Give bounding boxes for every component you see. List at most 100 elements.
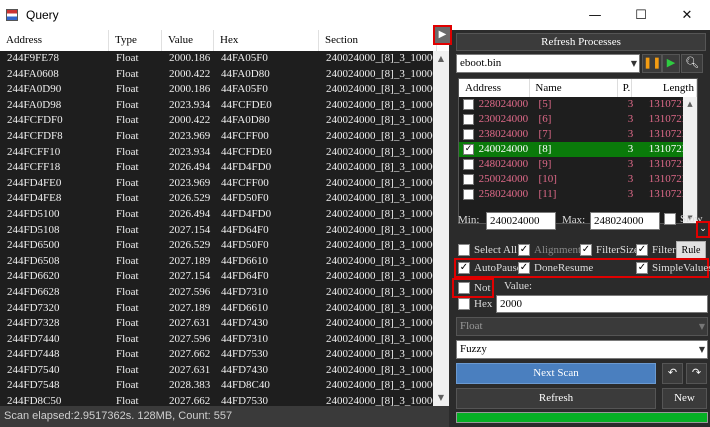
alignment-checkbox-box[interactable]: ✓ — [518, 244, 530, 256]
max-address-input[interactable]: 248024000 — [590, 212, 660, 230]
table-row[interactable]: 244FD7320 Float 2027.189 44FD6610 240024000_… — [0, 301, 449, 317]
table-row[interactable]: 244FD8C50 Float 2027.662 44FD7530 240024000_… — [0, 394, 449, 406]
process-row-checkbox[interactable] — [459, 112, 475, 127]
table-row[interactable]: 244FD7440 Float 2027.596 44FD7310 240024000_… — [0, 332, 449, 348]
table-row[interactable]: 244FCFF10 Float 2023.934 44FCFDE0 240024000_… — [0, 145, 449, 161]
checkbox-box[interactable] — [463, 173, 474, 185]
select-all-checkbox[interactable]: Select All — [458, 244, 517, 256]
cell-type: Float — [116, 285, 139, 298]
table-row[interactable]: 244FD6500 Float 2026.529 44FD50F0 240024000_… — [0, 238, 449, 254]
hex-checkbox-box[interactable] — [458, 298, 470, 310]
undo-button[interactable]: ↶ — [662, 363, 683, 384]
table-row[interactable]: 244FA0D90 Float 2000.186 44FA05F0 240024000_… — [0, 82, 449, 98]
column-header-value[interactable]: Value — [162, 30, 214, 51]
process-row-checkbox[interactable] — [459, 172, 475, 187]
table-row[interactable]: 244FD6508 Float 2027.189 44FD6610 240024000_… — [0, 254, 449, 270]
value-input[interactable]: 2000 — [496, 295, 708, 313]
process-select[interactable]: eboot.bin ▼ — [456, 54, 640, 73]
table-row[interactable]: 244FCFDF0 Float 2000.422 44FA0D80 240024000_… — [0, 113, 449, 129]
results-table[interactable]: Address Type Value Hex Section 244F9FE78… — [0, 30, 449, 406]
results-vertical-scrollbar[interactable]: ▲ ▼ — [433, 51, 449, 406]
process-row[interactable]: 258024000 [11] 3 131072KB — [459, 187, 697, 202]
column-header-section[interactable]: Section — [319, 30, 437, 51]
process-table-scrollbar[interactable]: ▲ ▼ — [683, 97, 697, 223]
filter-checkbox-box[interactable]: ✓ — [636, 244, 648, 256]
not-checkbox[interactable]: Not — [458, 282, 491, 294]
filter-checkbox[interactable]: ✓ Filter — [636, 244, 676, 256]
simple-values-checkbox[interactable]: ✓ SimpleValues — [636, 262, 710, 274]
checkbox-box[interactable]: ✓ — [463, 143, 474, 155]
auto-pause-checkbox[interactable]: ✓ AutoPause — [458, 262, 522, 274]
expand-panel-button[interactable]: ▶ — [433, 25, 452, 45]
column-header-address[interactable]: Address — [0, 30, 109, 51]
table-row[interactable]: 244FD4FE8 Float 2026.529 44FD50F0 240024000_… — [0, 191, 449, 207]
not-checkbox-box[interactable] — [458, 282, 470, 294]
table-row[interactable]: 244FD4FE0 Float 2023.969 44FCFF00 240024000_… — [0, 176, 449, 192]
table-row[interactable]: 244FD6628 Float 2027.596 44FD7310 240024000_… — [0, 285, 449, 301]
table-row[interactable]: 244FD7540 Float 2027.631 44FD7430 240024000_… — [0, 363, 449, 379]
table-row[interactable]: 244FD6620 Float 2027.154 44FD64F0 240024000_… — [0, 269, 449, 285]
process-column-p[interactable]: P... — [618, 79, 632, 97]
min-address-input[interactable]: 240024000 — [486, 212, 556, 230]
checkbox-box[interactable] — [463, 158, 474, 170]
process-row[interactable]: 238024000 [7] 3 131072KB — [459, 127, 697, 142]
new-button[interactable]: New — [662, 388, 707, 409]
refresh-button[interactable]: Refresh — [456, 388, 656, 409]
refresh-processes-button[interactable]: Refresh Processes — [456, 33, 706, 51]
slow-checkbox-box[interactable] — [664, 213, 676, 225]
filter-size-checkbox-box[interactable]: ✓ — [580, 244, 592, 256]
minimize-button[interactable]: — — [572, 0, 618, 30]
table-row[interactable]: 244FD7548 Float 2028.383 44FD8C40 240024000_… — [0, 378, 449, 394]
table-row[interactable]: 244FD7448 Float 2027.662 44FD7530 240024000_… — [0, 347, 449, 363]
checkbox-box[interactable] — [463, 98, 474, 110]
process-row[interactable]: ✓ 240024000 [8] 3 131072KB — [459, 142, 697, 157]
process-column-name[interactable]: Name — [530, 79, 618, 97]
filter-size-checkbox[interactable]: ✓ FilterSize — [580, 244, 639, 256]
hex-checkbox[interactable]: Hex — [458, 298, 492, 310]
scroll-down-arrow-icon[interactable]: ▼ — [433, 390, 449, 406]
scroll-up-arrow-icon[interactable]: ▲ — [683, 97, 697, 111]
simple-values-checkbox-box[interactable]: ✓ — [636, 262, 648, 274]
table-row[interactable]: 244FD5100 Float 2026.494 44FD4FD0 240024000_… — [0, 207, 449, 223]
resume-button[interactable]: ▶ — [662, 54, 680, 73]
close-button[interactable]: ✕ — [664, 0, 710, 30]
checkbox-box[interactable] — [463, 113, 474, 125]
table-row[interactable]: 244FCFDF8 Float 2023.969 44FCFF00 240024000_… — [0, 129, 449, 145]
process-row[interactable]: 250024000 [10] 3 131072KB — [459, 172, 697, 187]
done-resume-checkbox-box[interactable]: ✓ — [518, 262, 530, 274]
table-row[interactable]: 244FD5108 Float 2027.154 44FD64F0 240024000_… — [0, 223, 449, 239]
table-row[interactable]: 244FA0D98 Float 2023.934 44FCFDE0 240024000_… — [0, 98, 449, 114]
process-row[interactable]: 228024000 [5] 3 131072KB — [459, 97, 697, 112]
select-all-checkbox-box[interactable] — [458, 244, 470, 256]
process-column-length[interactable]: Length — [632, 79, 697, 97]
process-row[interactable]: 230024000 [6] 3 131072KB — [459, 112, 697, 127]
process-row-checkbox[interactable] — [459, 97, 475, 112]
table-row[interactable]: 244FA0608 Float 2000.422 44FA0D80 240024000_… — [0, 67, 449, 83]
process-section-table[interactable]: Address Name P... Length 228024000[5]313… — [458, 78, 698, 224]
table-row[interactable]: 244F9FE78 Float 2000.186 44FA05F0 240024000_… — [0, 51, 449, 67]
checkbox-box[interactable] — [463, 128, 474, 140]
cell-hex: 44FD7310 — [221, 285, 269, 298]
collapse-options-button[interactable]: ⌄ — [696, 221, 710, 238]
redo-button[interactable]: ↷ — [686, 363, 707, 384]
process-row-checkbox[interactable] — [459, 187, 475, 202]
process-row-checkbox[interactable] — [459, 127, 475, 142]
column-header-hex[interactable]: Hex — [214, 30, 319, 51]
table-row[interactable]: 244FD7328 Float 2027.631 44FD7430 240024000_… — [0, 316, 449, 332]
pause-button[interactable]: ❚❚ — [642, 54, 662, 73]
maximize-button[interactable]: ☐ — [618, 0, 664, 30]
process-row[interactable]: 248024000 [9] 3 131072KB — [459, 157, 697, 172]
search-button[interactable]: 🔍︎ — [681, 54, 703, 73]
scan-type-select[interactable]: Fuzzy ▼ — [456, 340, 708, 359]
done-resume-checkbox[interactable]: ✓ DoneResume — [518, 262, 593, 274]
checkbox-box[interactable] — [463, 188, 474, 200]
next-scan-button[interactable]: Next Scan — [456, 363, 656, 384]
table-row[interactable]: 244FCFF18 Float 2026.494 44FD4FD0 240024000_… — [0, 160, 449, 176]
auto-pause-checkbox-box[interactable]: ✓ — [458, 262, 470, 274]
scroll-up-arrow-icon[interactable]: ▲ — [433, 51, 449, 67]
column-header-type[interactable]: Type — [109, 30, 162, 51]
process-row-checkbox[interactable] — [459, 157, 475, 172]
process-column-address[interactable]: Address — [459, 79, 531, 97]
process-row-checkbox[interactable]: ✓ — [459, 142, 475, 157]
alignment-checkbox[interactable]: ✓ Alignment — [518, 244, 581, 256]
